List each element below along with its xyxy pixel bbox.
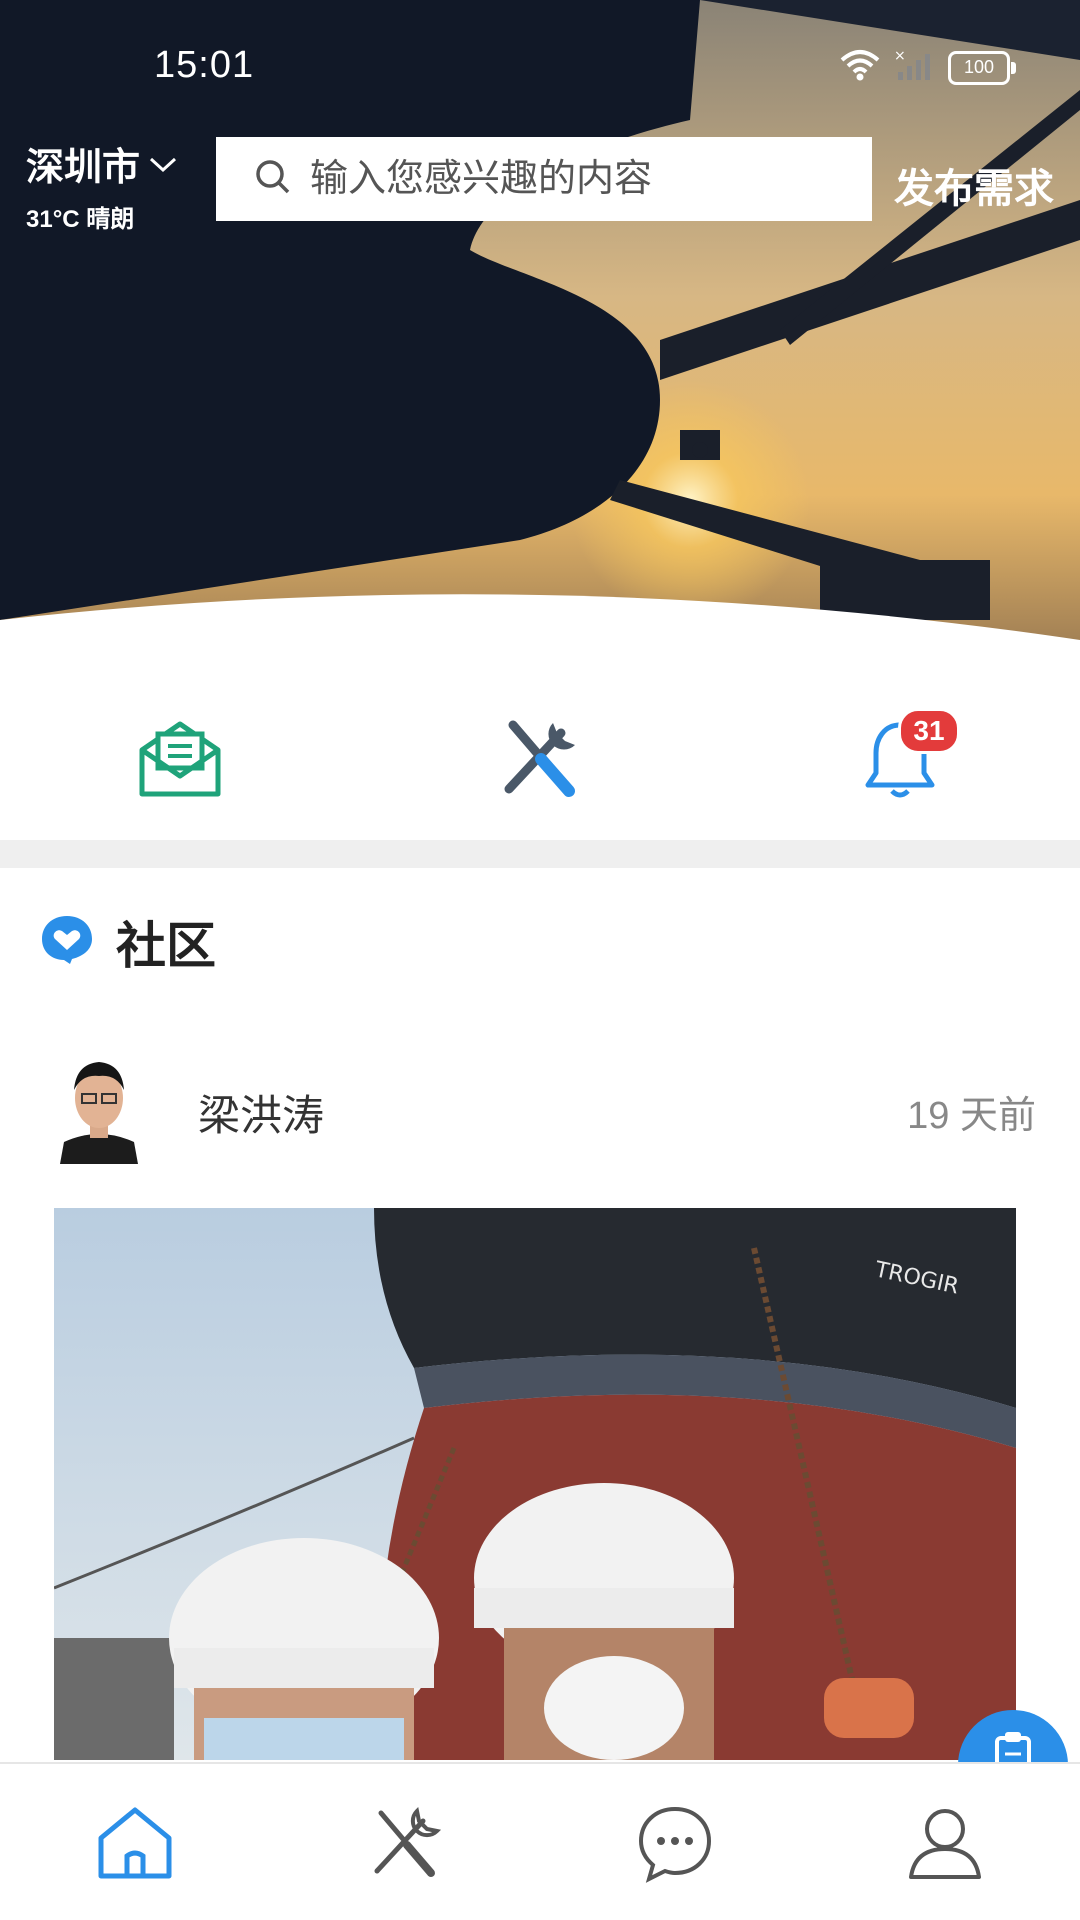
tab-profile[interactable] [900, 1800, 990, 1890]
chat-icon [635, 1803, 715, 1888]
section-divider [0, 840, 1080, 868]
tab-home[interactable] [90, 1800, 180, 1890]
svg-text:×: × [894, 48, 906, 64]
status-time: 15:01 [154, 44, 255, 86]
bottom-tab-bar [0, 1762, 1080, 1920]
status-bar: 15:01 × 100 [0, 0, 1080, 130]
search-box[interactable] [216, 137, 872, 221]
avatar[interactable] [56, 1046, 142, 1164]
mail-button[interactable] [120, 700, 240, 820]
notifications-button[interactable]: 31 [840, 700, 960, 820]
community-title: 社区 [116, 918, 216, 974]
wifi-icon [840, 48, 880, 87]
post-author[interactable]: 梁洪涛 [198, 1082, 324, 1143]
weather-info: 31°C 晴朗 [26, 206, 135, 233]
battery-icon: 100 [948, 50, 1016, 85]
chevron-down-icon [148, 142, 178, 185]
no-signal-icon: × [894, 48, 934, 87]
search-input[interactable] [308, 156, 832, 202]
tab-tools[interactable] [360, 1800, 450, 1890]
mail-icon [138, 718, 222, 803]
community-header: 社区 [40, 906, 216, 978]
tools-icon [495, 713, 585, 808]
quick-actions: 31 [0, 680, 1080, 840]
post-image[interactable]: TROGIR [54, 1208, 1016, 1760]
home-icon [95, 1804, 175, 1887]
profile-icon [905, 1803, 985, 1888]
tools-icon [365, 1803, 445, 1888]
publish-demand-button[interactable]: 发布需求 [894, 156, 1054, 214]
post-header: 梁洪涛 19 天前 [0, 1040, 1080, 1170]
city-selector[interactable]: 深圳市 31°C 晴朗 [26, 136, 178, 234]
tab-messages[interactable] [630, 1800, 720, 1890]
community-icon [40, 914, 94, 971]
status-icons: × 100 [840, 48, 1016, 87]
tools-button[interactable] [480, 700, 600, 820]
post-time: 19 天前 [907, 1095, 1036, 1137]
city-name: 深圳市 [26, 147, 141, 189]
search-icon [254, 158, 292, 201]
notification-badge: 31 [898, 708, 960, 754]
